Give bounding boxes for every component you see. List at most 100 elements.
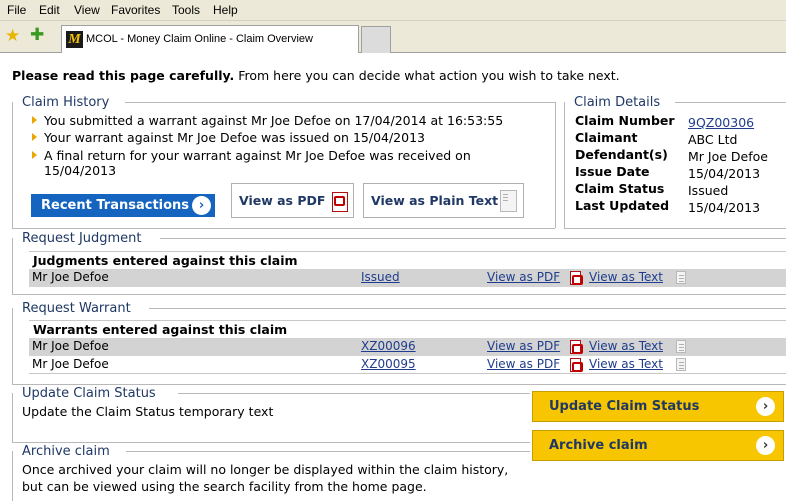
warrant-number-link[interactable]: XZ00096 <box>361 339 416 353</box>
divider <box>675 102 786 103</box>
divider <box>12 102 13 228</box>
menu-view[interactable]: View <box>74 3 100 17</box>
view-as-pdf-link[interactable]: View as PDF <box>487 270 560 284</box>
claim-status-label: Claim Status <box>575 181 665 196</box>
document-icon[interactable] <box>676 271 686 284</box>
judgments-table-title: Judgments entered against this claim <box>33 253 298 268</box>
archive-claim-label: Archive claim <box>549 438 648 453</box>
intro-rest: From here you can decide what action you… <box>234 68 620 83</box>
divider <box>126 451 530 452</box>
last-updated-label: Last Updated <box>575 198 670 213</box>
chevron-right-icon: › <box>756 397 775 416</box>
archive-claim-button[interactable]: Archive claim › <box>532 430 784 461</box>
defendant-name: Mr Joe Defoe <box>32 357 109 371</box>
claim-number-label: Claim Number <box>575 113 675 128</box>
new-tab-button[interactable] <box>361 26 391 53</box>
history-item: Your warrant against Mr Joe Defoe was is… <box>44 130 425 145</box>
bullet-icon <box>32 151 37 159</box>
recent-transactions-button[interactable]: Recent Transactions › <box>31 194 215 217</box>
view-as-pdf-label: View as PDF <box>239 193 326 208</box>
divider <box>12 228 555 229</box>
divider <box>555 102 556 228</box>
menu-bar: File Edit View Favorites Tools Help <box>0 0 786 21</box>
divider <box>149 308 786 309</box>
divider <box>12 451 13 501</box>
history-item: 15/04/2013 <box>44 163 117 178</box>
view-as-pdf-link[interactable]: View as PDF <box>487 357 560 371</box>
tab-title: MCOL - Money Claim Online - Claim Overvi… <box>86 33 313 45</box>
bullet-icon <box>32 116 37 124</box>
divider <box>564 228 786 229</box>
menu-tools[interactable]: Tools <box>172 3 200 17</box>
table-row: Mr Joe Defoe XZ00096 View as PDF View as… <box>29 338 786 356</box>
issue-date-value: 15/04/2013 <box>688 166 761 181</box>
menu-favorites[interactable]: Favorites <box>111 3 160 17</box>
pdf-icon[interactable] <box>570 358 583 372</box>
judgments-table-header: Judgments entered against this claim <box>29 251 786 269</box>
chevron-right-icon: › <box>192 196 211 215</box>
document-icon[interactable] <box>676 340 686 353</box>
warrant-number-link[interactable]: XZ00095 <box>361 357 416 371</box>
add-favorite-icon[interactable]: ✚ <box>30 25 44 45</box>
archive-claim-text-line1: Once archived your claim will no longer … <box>22 462 509 477</box>
claimant-label: Claimant <box>575 130 638 145</box>
divider <box>12 393 13 442</box>
divider <box>125 102 555 103</box>
divider <box>12 308 13 384</box>
pdf-icon[interactable] <box>570 271 583 285</box>
pdf-icon[interactable] <box>570 340 583 354</box>
pdf-icon <box>332 192 348 212</box>
menu-file[interactable]: File <box>7 3 26 17</box>
defendants-value: Mr Joe Defoe <box>688 149 768 164</box>
view-as-plain-text-label: View as Plain Text <box>371 193 499 208</box>
divider <box>12 238 13 294</box>
request-warrant-title[interactable]: Request Warrant <box>22 301 131 316</box>
judgment-status-link[interactable]: Issued <box>361 270 400 284</box>
view-as-text-link[interactable]: View as Text <box>589 270 663 284</box>
update-claim-status-button[interactable]: Update Claim Status › <box>532 391 784 422</box>
view-as-text-link[interactable]: View as Text <box>589 357 663 371</box>
update-claim-status-title: Update Claim Status <box>22 386 156 401</box>
divider <box>12 384 786 385</box>
claimant-value: ABC Ltd <box>688 132 738 147</box>
issue-date-label: Issue Date <box>575 164 650 179</box>
view-as-text-link[interactable]: View as Text <box>589 339 663 353</box>
divider <box>12 442 530 443</box>
table-row: Mr Joe Defoe XZ00095 View as PDF View as… <box>29 356 786 374</box>
history-item: You submitted a warrant against Mr Joe D… <box>44 113 504 128</box>
warrants-table-title: Warrants entered against this claim <box>33 322 288 337</box>
claim-status-value: Issued <box>688 183 729 198</box>
archive-claim-text-line2: but can be viewed using the search facil… <box>22 479 427 494</box>
warrants-table-header: Warrants entered against this claim <box>29 320 786 338</box>
claim-history-title: Claim History <box>22 95 110 110</box>
history-item: A final return for your warrant against … <box>44 148 471 163</box>
intro-bold: Please read this page carefully. <box>12 68 235 83</box>
view-as-pdf-button[interactable]: View as PDF <box>231 183 354 218</box>
divider <box>12 294 786 295</box>
request-judgment-title[interactable]: Request Judgment <box>22 231 142 246</box>
defendant-name: Mr Joe Defoe <box>32 270 109 284</box>
document-icon[interactable] <box>676 358 686 371</box>
table-row: Mr Joe Defoe Issued View as PDF View as … <box>29 269 786 287</box>
divider <box>178 393 530 394</box>
star-icon[interactable]: ★ <box>5 26 20 46</box>
tab-bar: ★ ✚ M MCOL - Money Claim Online - Claim … <box>0 21 786 53</box>
mcol-logo-icon: M <box>66 31 83 48</box>
browser-tab[interactable]: M MCOL - Money Claim Online - Claim Over… <box>61 25 359 53</box>
menu-help[interactable]: Help <box>213 3 238 17</box>
defendants-label: Defendant(s) <box>575 147 668 162</box>
update-claim-status-text: Update the Claim Status temporary text <box>22 404 274 419</box>
intro-text: Please read this page carefully. From he… <box>12 68 620 83</box>
menu-edit[interactable]: Edit <box>39 3 60 17</box>
document-icon <box>500 190 517 212</box>
chevron-right-icon: › <box>756 436 775 455</box>
bullet-icon <box>32 133 37 141</box>
divider <box>160 238 786 239</box>
claim-details-title: Claim Details <box>574 95 661 110</box>
defendant-name: Mr Joe Defoe <box>32 339 109 353</box>
claim-number-link[interactable]: 9QZ00306 <box>688 115 754 130</box>
view-as-pdf-link[interactable]: View as PDF <box>487 339 560 353</box>
last-updated-value: 15/04/2013 <box>688 200 761 215</box>
update-claim-status-label: Update Claim Status <box>549 399 700 414</box>
view-as-plain-text-button[interactable]: View as Plain Text <box>363 183 524 218</box>
